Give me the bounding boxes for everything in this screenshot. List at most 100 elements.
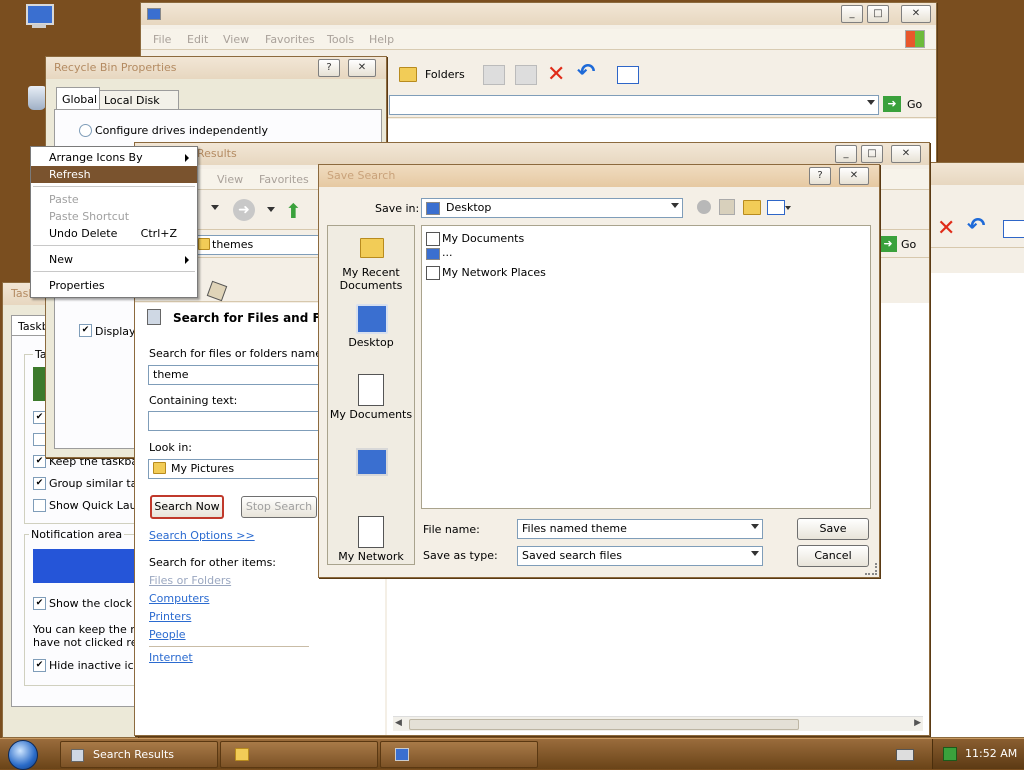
stop-search-button[interactable]: Stop Search: [241, 496, 317, 518]
quick-launch-checkbox[interactable]: [33, 499, 46, 512]
search-address-field[interactable]: themes: [193, 235, 324, 255]
files-or-folders-link[interactable]: Files or Folders: [149, 574, 231, 587]
desktop-place-icon[interactable]: [356, 304, 388, 334]
forward-dropdown-icon[interactable]: [267, 207, 275, 212]
recent-documents-icon[interactable]: [360, 238, 384, 258]
group-similar-checkbox[interactable]: ✔: [33, 477, 46, 490]
close-button[interactable]: ✕: [348, 59, 376, 77]
keyboard-icon[interactable]: [896, 749, 914, 761]
desktop-computer-icon[interactable]: [24, 4, 54, 30]
close-button[interactable]: ✕: [839, 167, 869, 185]
address-field[interactable]: [389, 95, 879, 115]
ctx-arrange-icons[interactable]: Arrange Icons By: [31, 149, 197, 166]
save-in-select[interactable]: Desktop: [421, 198, 683, 218]
folders-button-label[interactable]: Folders: [425, 68, 465, 81]
start-orb-icon[interactable]: [8, 740, 38, 770]
go-label[interactable]: Go: [907, 98, 922, 111]
go-arrow-icon[interactable]: ➜: [879, 236, 897, 252]
menu-view[interactable]: View: [223, 33, 249, 46]
view-menu-icon[interactable]: [767, 200, 785, 215]
undo-icon[interactable]: ↶: [577, 60, 595, 85]
configure-independently-radio[interactable]: [79, 124, 92, 137]
go-arrow-icon[interactable]: ➜: [883, 96, 901, 112]
view-menu-arrow[interactable]: [785, 206, 791, 210]
computers-link[interactable]: Computers: [149, 592, 209, 605]
help-button[interactable]: ?: [809, 167, 831, 185]
menu-edit[interactable]: Edit: [187, 33, 208, 46]
ctx-paste[interactable]: Paste: [31, 191, 197, 208]
views-icon[interactable]: [617, 66, 639, 84]
delete-icon[interactable]: ✕: [937, 216, 955, 241]
folders-icon[interactable]: [399, 67, 417, 82]
my-computer-place-icon[interactable]: [356, 448, 388, 476]
my-network-place-icon[interactable]: [358, 516, 384, 548]
cancel-button[interactable]: Cancel: [797, 545, 869, 567]
scroll-right-arrow[interactable]: ▶: [914, 718, 921, 728]
minimize-button[interactable]: _: [841, 5, 863, 23]
show-clock-checkbox[interactable]: ✔: [33, 597, 46, 610]
menu-favorites[interactable]: Favorites: [265, 33, 315, 46]
clock[interactable]: 11:52 AM: [965, 747, 1017, 760]
explorer-back-titlebar[interactable]: _ □ ✕: [141, 3, 936, 25]
search-titlebar[interactable]: Results _ □ ✕: [135, 143, 929, 165]
taskbar-button-folder[interactable]: [220, 741, 378, 768]
maximize-button[interactable]: □: [861, 145, 883, 163]
file-item-network-places[interactable]: My Network Places: [442, 266, 546, 279]
up-one-level-icon[interactable]: [719, 199, 735, 215]
help-button[interactable]: ?: [318, 59, 340, 77]
move-to-icon[interactable]: [483, 65, 505, 85]
search-now-button[interactable]: Search Now: [150, 495, 224, 519]
menu-file[interactable]: File: [153, 33, 171, 46]
scroll-left-arrow[interactable]: ◀: [395, 718, 402, 728]
file-item-my-documents[interactable]: My Documents: [442, 232, 524, 245]
go-label[interactable]: Go: [901, 238, 916, 251]
recycle-titlebar[interactable]: Recycle Bin Properties ? ✕: [46, 57, 386, 79]
people-link[interactable]: People: [149, 628, 186, 641]
close-button[interactable]: ✕: [901, 5, 931, 23]
place-my-network[interactable]: My Network: [328, 550, 414, 563]
maximize-button[interactable]: □: [867, 5, 889, 23]
display-confirm-checkbox[interactable]: ✔: [79, 324, 92, 337]
my-documents-place-icon[interactable]: [358, 374, 384, 406]
horizontal-scrollbar[interactable]: ◀ ▶: [393, 716, 923, 731]
copy-to-icon[interactable]: [515, 65, 537, 85]
savetype-select[interactable]: Saved search files: [517, 546, 763, 566]
save-dialog-titlebar[interactable]: Save Search ? ✕: [319, 165, 879, 187]
undo-icon[interactable]: ↶: [967, 214, 985, 239]
minimize-button[interactable]: _: [835, 145, 857, 163]
menu-tools[interactable]: Tools: [327, 33, 354, 46]
search-options-link[interactable]: Search Options >>: [149, 529, 255, 542]
new-folder-icon[interactable]: [743, 200, 761, 215]
ctx-properties[interactable]: Properties: [31, 277, 197, 294]
delete-icon[interactable]: ✕: [547, 62, 565, 87]
printers-link[interactable]: Printers: [149, 610, 191, 623]
resize-grip[interactable]: [865, 563, 877, 575]
menu-help[interactable]: Help: [369, 33, 394, 46]
forward-icon[interactable]: ➜: [233, 199, 255, 221]
place-my-documents[interactable]: My Documents: [328, 408, 414, 421]
tab-global[interactable]: Global: [56, 87, 100, 110]
place-desktop[interactable]: Desktop: [328, 336, 414, 349]
hide-inactive-checkbox[interactable]: ✔: [33, 659, 46, 672]
ctx-paste-shortcut[interactable]: Paste Shortcut: [31, 208, 197, 225]
ctx-undo-delete[interactable]: Undo Delete Ctrl+Z: [31, 225, 197, 242]
place-recent[interactable]: My Recent Documents: [328, 266, 414, 292]
network-tray-icon[interactable]: [943, 747, 957, 761]
ctx-refresh[interactable]: Refresh: [31, 166, 197, 183]
filename-input[interactable]: Files named theme: [517, 519, 763, 539]
taskbar-button-search-results[interactable]: Search Results: [60, 741, 218, 768]
scroll-thumb[interactable]: [409, 719, 799, 730]
up-folder-icon[interactable]: ⬆: [285, 199, 302, 223]
recycle-bin-desktop-icon[interactable]: [28, 86, 46, 110]
internet-link[interactable]: Internet: [149, 651, 193, 664]
menu-favorites[interactable]: Favorites: [259, 173, 309, 186]
taskbar-button-computer[interactable]: [380, 741, 538, 768]
ctx-new[interactable]: New: [31, 251, 197, 268]
save-button[interactable]: Save: [797, 518, 869, 540]
menu-view[interactable]: View: [217, 173, 243, 186]
tab-local-disk[interactable]: Local Disk (C:): [99, 90, 179, 120]
back-icon[interactable]: [697, 200, 711, 214]
views-icon[interactable]: [1003, 220, 1024, 238]
back-dropdown-icon[interactable]: [211, 205, 219, 210]
close-button[interactable]: ✕: [891, 145, 921, 163]
